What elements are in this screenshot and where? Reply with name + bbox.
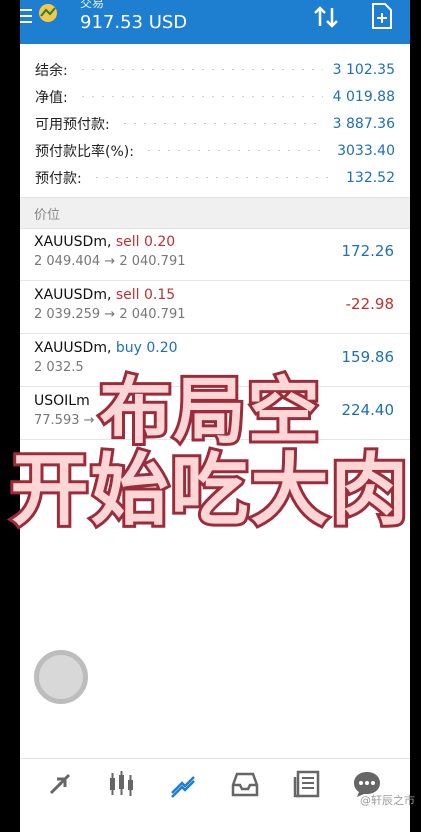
account-row: 预付款比率(%): 3033.40 (20, 137, 410, 164)
position-prices: 2 039.259 → 2 040.791 (34, 307, 186, 322)
menu-icon[interactable] (20, 5, 32, 25)
dotted-leader (91, 177, 336, 178)
account-value: 3 887.36 (332, 115, 395, 132)
account-label: 可用预付款: (35, 116, 110, 133)
position-profit: -22.98 (345, 295, 394, 313)
overlay-caption-line2: 开始吃大肉 (7, 443, 411, 539)
account-label: 结余: (35, 62, 68, 79)
account-value: 132.52 (346, 169, 395, 186)
floating-assistive-button[interactable] (34, 650, 88, 704)
account-value: 3 102.35 (332, 61, 395, 78)
account-value: 3033.40 (337, 142, 395, 159)
history-icon[interactable] (230, 769, 260, 799)
account-row: 可用预付款: 3 887.36 (20, 110, 410, 137)
dotted-leader (77, 69, 323, 70)
symbol-name: XAUUSDm, (34, 287, 112, 303)
trade-icon[interactable] (168, 769, 198, 799)
symbol-name: XAUUSDm, (34, 234, 112, 250)
account-row: 结余: 3 102.35 (20, 56, 410, 83)
chart-icon[interactable] (106, 769, 136, 799)
position-row[interactable]: XAUUSDm, sell 0.20 2 049.404 → 2 040.791… (20, 228, 410, 281)
positions-section-header: 价位 (20, 197, 410, 229)
app-logo-icon (39, 4, 57, 22)
dotted-leader (119, 123, 323, 124)
news-icon[interactable] (292, 769, 322, 799)
new-order-icon[interactable] (370, 2, 394, 30)
watermark-text: @轩辰之市 (360, 794, 415, 807)
bottom-navigation (20, 758, 410, 811)
account-label: 预付款比率(%): (35, 143, 134, 160)
account-balance: 917.53 USD (80, 12, 188, 33)
section-title: 价位 (34, 208, 61, 223)
dotted-leader (77, 96, 323, 97)
sort-icon[interactable] (312, 4, 340, 30)
account-label: 净值: (35, 89, 68, 106)
account-label: 预付款: (35, 170, 82, 187)
position-symbol: XAUUSDm, sell 0.15 (34, 287, 175, 303)
position-prices: 2 049.404 → 2 040.791 (34, 254, 186, 269)
quotes-icon[interactable] (45, 769, 75, 799)
position-row[interactable]: XAUUSDm, sell 0.15 2 039.259 → 2 040.791… (20, 281, 410, 334)
position-side: sell 0.20 (115, 234, 176, 250)
account-row: 净值: 4 019.88 (20, 83, 410, 110)
position-profit: 172.26 (341, 242, 395, 260)
account-value: 4 019.88 (332, 88, 395, 105)
position-side: sell 0.15 (115, 287, 176, 303)
page-title: 交易 (80, 0, 105, 10)
dotted-leader (143, 150, 328, 151)
position-symbol: XAUUSDm, sell 0.20 (34, 234, 175, 250)
top-bar: 交易 917.53 USD (20, 0, 410, 44)
account-summary: 结余: 3 102.35 净值: 4 019.88 可用预付款: 3 887.3… (20, 56, 410, 191)
account-row: 预付款: 132.52 (20, 164, 410, 191)
